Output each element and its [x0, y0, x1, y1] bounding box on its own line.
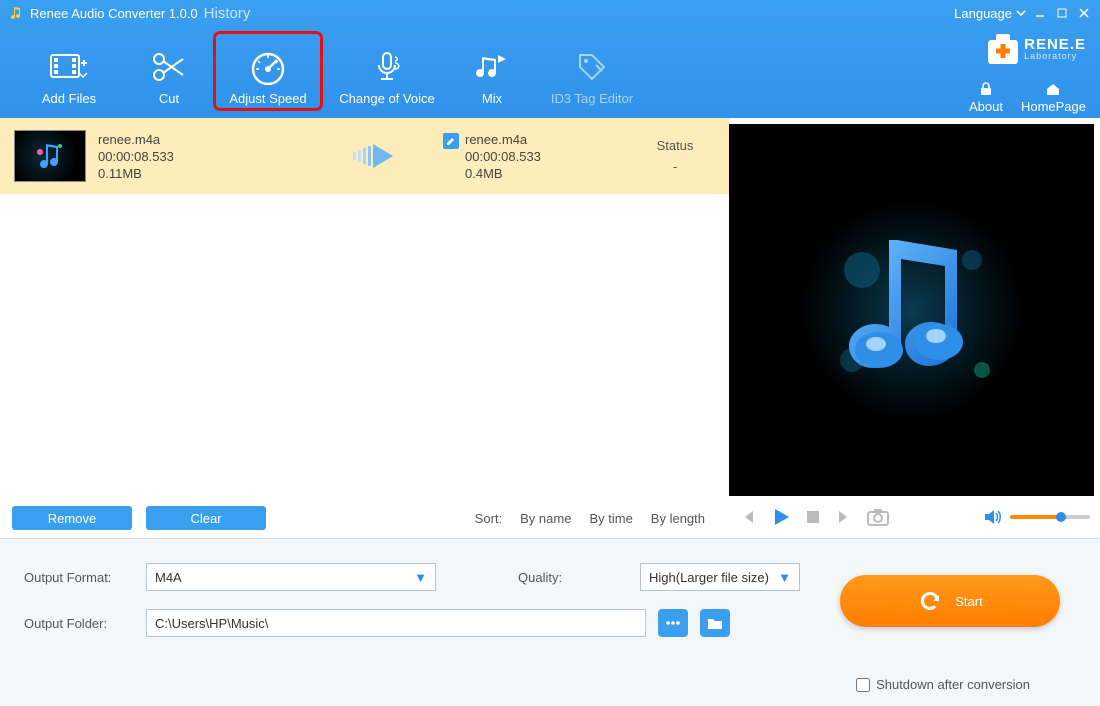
sort-by-time[interactable]: By time	[589, 511, 632, 526]
language-selector[interactable]: Language	[954, 6, 1026, 21]
start-label: Start	[955, 594, 982, 609]
lock-icon	[978, 81, 994, 97]
language-label: Language	[954, 6, 1012, 21]
sort-by-name[interactable]: By name	[520, 511, 571, 526]
cut-label: Cut	[159, 91, 179, 106]
play-button[interactable]	[771, 507, 791, 527]
mix-icon	[474, 47, 510, 87]
output-format-select[interactable]: M4A ▼	[146, 563, 436, 591]
source-size: 0.11MB	[98, 166, 174, 181]
source-filename: renee.m4a	[98, 132, 174, 147]
sort-by-length[interactable]: By length	[651, 511, 705, 526]
open-folder-button[interactable]	[700, 609, 730, 637]
home-icon	[1045, 81, 1061, 97]
output-format-label: Output Format:	[24, 570, 134, 585]
brand-logo: RENE.ELaboratory	[986, 30, 1086, 68]
snapshot-button[interactable]	[867, 508, 889, 526]
shutdown-checkbox-input[interactable]	[856, 678, 870, 692]
app-icon	[8, 5, 24, 21]
mix-label: Mix	[482, 91, 502, 106]
file-thumbnail	[14, 130, 86, 182]
film-plus-icon	[49, 47, 89, 87]
change-voice-label: Change of Voice	[339, 91, 434, 106]
source-info: renee.m4a 00:00:08.533 0.11MB	[98, 132, 174, 181]
adjust-speed-label: Adjust Speed	[229, 91, 306, 106]
browse-button[interactable]	[658, 609, 688, 637]
homepage-link[interactable]: HomePage	[1021, 81, 1086, 114]
dest-size: 0.4MB	[465, 166, 541, 181]
dest-info: renee.m4a 00:00:08.533 0.4MB	[465, 132, 541, 181]
output-folder-label: Output Folder:	[24, 616, 134, 631]
source-duration: 00:00:08.533	[98, 149, 174, 164]
chevron-down-icon: ▼	[778, 570, 791, 585]
id3-label: ID3 Tag Editor	[551, 91, 633, 106]
maximize-button[interactable]	[1054, 5, 1070, 21]
chevron-down-icon	[1016, 8, 1026, 18]
cut-button[interactable]: Cut	[124, 32, 214, 110]
volume-icon[interactable]	[984, 509, 1002, 525]
file-list: renee.m4a 00:00:08.533 0.11MB renee.m4a …	[0, 118, 729, 538]
app-title: Renee Audio Converter 1.0.0	[30, 6, 198, 21]
history-link[interactable]: History	[204, 5, 251, 22]
microphone-icon	[369, 47, 405, 87]
output-format-value: M4A	[155, 570, 182, 585]
status-header: Status	[635, 138, 715, 153]
adjust-speed-button[interactable]: Adjust Speed	[214, 32, 322, 110]
volume-slider[interactable]	[1010, 515, 1090, 519]
refresh-icon	[917, 588, 943, 614]
id3-editor-button[interactable]: ID3 Tag Editor	[532, 32, 652, 110]
about-link[interactable]: About	[969, 81, 1003, 114]
add-files-button[interactable]: Add Files	[14, 32, 124, 110]
medkit-icon	[986, 30, 1020, 68]
music-note-icon	[802, 200, 1022, 420]
change-voice-button[interactable]: Change of Voice	[322, 32, 452, 110]
next-button[interactable]	[835, 508, 853, 526]
close-button[interactable]	[1076, 5, 1092, 21]
add-files-label: Add Files	[42, 91, 96, 106]
prev-button[interactable]	[739, 508, 757, 526]
shutdown-checkbox[interactable]: Shutdown after conversion	[856, 677, 1030, 692]
scissors-icon	[151, 47, 187, 87]
start-button[interactable]: Start	[840, 575, 1060, 627]
quality-value: High(Larger file size)	[649, 570, 769, 585]
quality-select[interactable]: High(Larger file size) ▼	[640, 563, 800, 591]
dest-filename: renee.m4a	[465, 132, 541, 147]
tag-icon	[574, 47, 610, 87]
edit-icon[interactable]	[443, 133, 459, 149]
remove-button[interactable]: Remove	[12, 506, 132, 530]
brand-line1: RENE.E	[1024, 37, 1086, 52]
output-folder-input[interactable]	[146, 609, 646, 637]
minimize-button[interactable]	[1032, 5, 1048, 21]
dest-duration: 00:00:08.533	[465, 149, 541, 164]
chevron-down-icon: ▼	[414, 570, 427, 585]
file-row[interactable]: renee.m4a 00:00:08.533 0.11MB renee.m4a …	[0, 118, 729, 194]
brand-line2: Laboratory	[1024, 52, 1086, 61]
quality-label: Quality:	[518, 570, 628, 585]
mix-button[interactable]: Mix	[452, 32, 532, 110]
stop-button[interactable]	[805, 509, 821, 525]
status-value: -	[635, 159, 715, 174]
shutdown-label: Shutdown after conversion	[876, 677, 1030, 692]
preview-player	[729, 124, 1094, 496]
gauge-icon	[248, 47, 288, 87]
clear-button[interactable]: Clear	[146, 506, 266, 530]
arrow-icon	[351, 141, 411, 171]
sort-label: Sort:	[475, 511, 502, 526]
